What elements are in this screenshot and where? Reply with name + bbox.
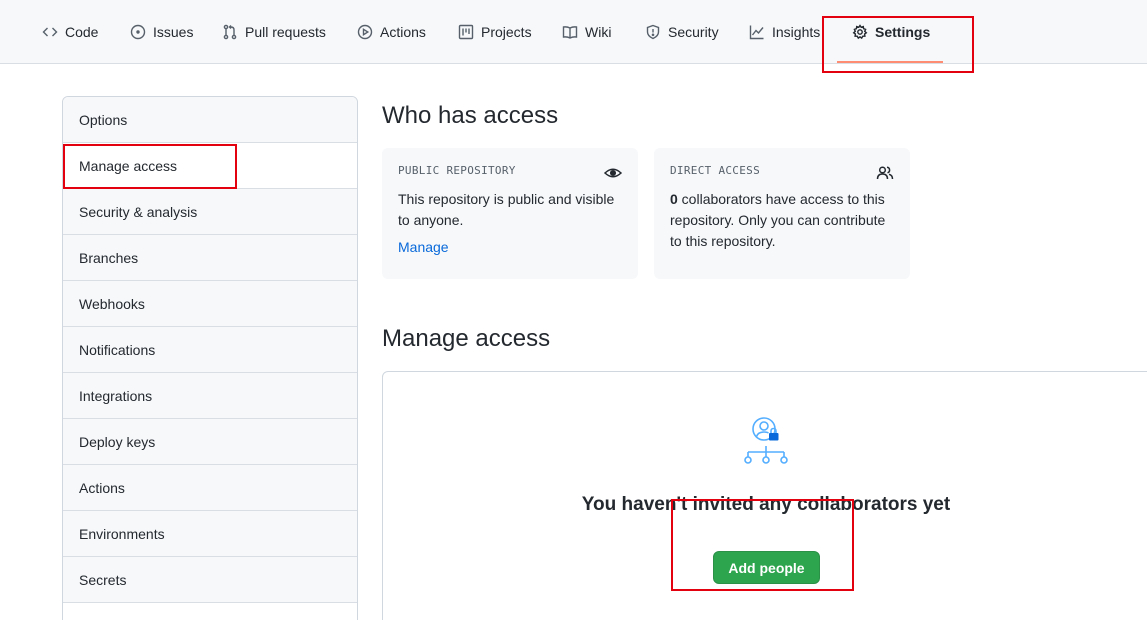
people-icon xyxy=(876,164,894,182)
empty-state-message: You haven't invited any collaborators ye… xyxy=(581,494,951,515)
sidebar-item-deploy-keys[interactable]: Deploy keys xyxy=(63,419,357,465)
direct-access-card: DIRECT ACCESS 0 collaborators have acces… xyxy=(654,148,910,279)
sidebar-item-label: Deploy keys xyxy=(79,433,156,450)
collaborators-empty-state: You haven't invited any collaborators ye… xyxy=(382,371,1147,620)
collaborator-text: collaborators have access to this reposi… xyxy=(670,191,886,249)
card-label: DIRECT ACCESS xyxy=(670,164,760,177)
tab-code[interactable]: Code xyxy=(42,0,98,64)
who-has-access-heading: Who has access xyxy=(382,102,559,129)
collaborator-count: 0 xyxy=(670,191,678,207)
tab-label: Settings xyxy=(875,24,931,40)
sidebar-item-label: Integrations xyxy=(79,387,153,404)
sidebar-item-webhooks[interactable]: Webhooks xyxy=(63,281,357,327)
shield-icon xyxy=(645,24,661,40)
sidebar-item-label: Webhooks xyxy=(79,295,145,312)
manage-link[interactable]: Manage xyxy=(398,239,449,255)
tab-label: Projects xyxy=(481,24,532,40)
sidebar-item-label: Environments xyxy=(79,525,165,542)
play-icon xyxy=(357,24,373,40)
git-pull-request-icon xyxy=(222,24,238,40)
sidebar-item-label: Actions xyxy=(79,479,125,496)
tab-issues[interactable]: Issues xyxy=(130,0,193,64)
manage-access-heading: Manage access xyxy=(382,325,551,352)
code-icon xyxy=(42,24,58,40)
sidebar-item-notifications[interactable]: Notifications xyxy=(63,327,357,373)
tab-settings[interactable]: Settings xyxy=(852,0,930,64)
card-description: This repository is public and visible to… xyxy=(398,191,615,228)
tab-wiki[interactable]: Wiki xyxy=(562,0,611,64)
sidebar-item-actions[interactable]: Actions xyxy=(63,465,357,511)
card-description: 0 collaborators have access to this repo… xyxy=(670,189,894,252)
sidebar-item-manage-access[interactable]: Manage access xyxy=(63,143,357,189)
sidebar-item-label: Options xyxy=(79,111,128,128)
gear-icon xyxy=(852,24,868,40)
tab-projects[interactable]: Projects xyxy=(458,0,532,64)
tab-label: Security xyxy=(668,24,719,40)
sidebar-item-label: Secrets xyxy=(79,571,127,588)
active-tab-underline xyxy=(837,61,943,63)
book-icon xyxy=(562,24,578,40)
tab-label: Issues xyxy=(153,24,194,40)
public-repository-card: PUBLIC REPOSITORY This repository is pub… xyxy=(382,148,638,279)
tab-label: Pull requests xyxy=(245,24,326,40)
sidebar-item-branches[interactable]: Branches xyxy=(63,235,357,281)
sidebar-item-label: Notifications xyxy=(79,341,156,358)
card-label: PUBLIC REPOSITORY xyxy=(398,164,516,177)
graph-icon xyxy=(749,24,765,40)
people-lock-illustration-icon xyxy=(744,417,788,464)
repo-tab-bar: Code Issues Pull requests Actions Projec… xyxy=(0,0,1147,64)
sidebar-item-integrations[interactable]: Integrations xyxy=(63,373,357,419)
tab-pull-requests[interactable]: Pull requests xyxy=(222,0,326,64)
issue-opened-icon xyxy=(130,24,146,40)
add-people-button[interactable]: Add people xyxy=(713,551,820,584)
sidebar-item-label: Branches xyxy=(79,249,139,266)
sidebar-item-secrets[interactable]: Secrets xyxy=(63,557,357,603)
tab-insights[interactable]: Insights xyxy=(749,0,820,64)
project-icon xyxy=(458,24,474,40)
sidebar-item-security-analysis[interactable]: Security & analysis xyxy=(63,189,357,235)
tab-security[interactable]: Security xyxy=(645,0,719,64)
tab-label: Wiki xyxy=(585,24,612,40)
sidebar-item-options[interactable]: Options xyxy=(63,97,357,143)
tab-label: Actions xyxy=(380,24,426,40)
tab-actions[interactable]: Actions xyxy=(357,0,426,64)
sidebar-item-label: Manage access xyxy=(79,157,178,174)
sidebar-item-label: Security & analysis xyxy=(79,203,198,220)
tab-label: Code xyxy=(65,24,99,40)
sidebar-item-environments[interactable]: Environments xyxy=(63,511,357,557)
settings-sidebar: Options Manage access Security & analysi… xyxy=(62,96,358,620)
eye-icon xyxy=(603,164,623,182)
tab-label: Insights xyxy=(772,24,821,40)
